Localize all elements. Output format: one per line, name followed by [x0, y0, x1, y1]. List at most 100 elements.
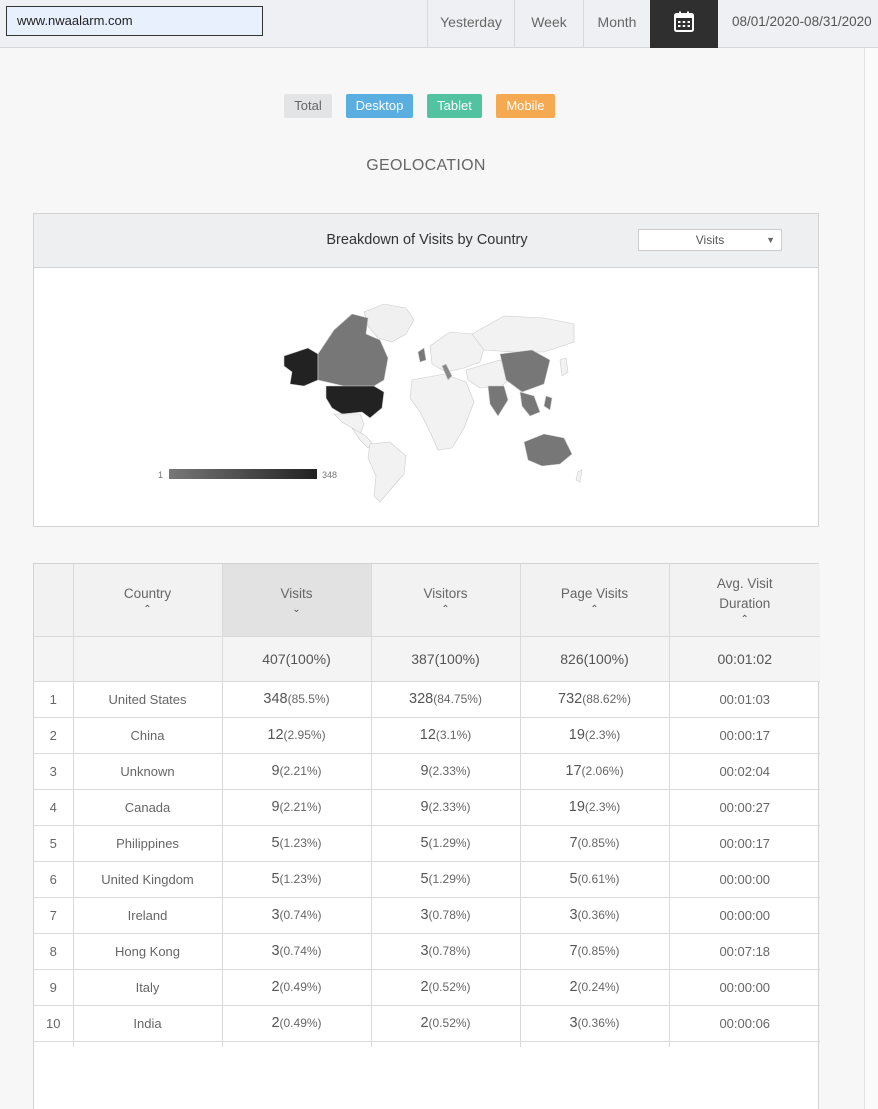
total-visits: 407(100%) [222, 636, 372, 682]
row-page-visits: 5(0.61%) [520, 861, 670, 898]
col-label: Visitors [423, 585, 468, 601]
row-duration: 00:02:04 [669, 753, 820, 790]
calendar-button[interactable] [650, 0, 718, 48]
row-country: United Kingdom [73, 861, 223, 898]
col-index [34, 564, 74, 637]
table-row: 7 Ireland 3(0.74%) 3(0.78%) 3(0.36%) 00:00:00 [34, 897, 820, 934]
col-label: Avg. Visit Duration [716, 575, 773, 611]
row-page-visits: 3(0.36%) [520, 897, 670, 934]
row-index: 5 [34, 825, 74, 862]
table-header-row: Country ⌃ Visits ⌄ Visitors ⌃ Page Visit… [34, 564, 820, 637]
row-visitors: 12(3.1%) [371, 717, 521, 754]
row-visits: 348(85.5%) [222, 681, 372, 718]
row-index: 3 [34, 753, 74, 790]
row-visits: 5(1.23%) [222, 825, 372, 862]
nav-yesterday[interactable]: Yesterday [427, 0, 514, 48]
date-range-label[interactable]: 08/01/2020-08/31/2020 [718, 0, 878, 48]
map-panel: Breakdown of Visits by Country Visits ▼ [33, 213, 819, 527]
country-table: Country ⌃ Visits ⌄ Visitors ⌃ Page Visit… [33, 563, 820, 1109]
map-region-southeast-asia [519, 391, 541, 417]
map-country-uk [417, 347, 427, 363]
site-input[interactable]: www.nwaalarm.com [6, 6, 263, 36]
filter-mobile[interactable]: Mobile [496, 94, 555, 118]
scrollbar[interactable] [864, 48, 878, 1109]
totals-row: 407(100%) 387(100%) 826(100%) 00:01:02 [34, 636, 820, 682]
row-visits: 5(1.23%) [222, 861, 372, 898]
legend-gradient [169, 469, 317, 479]
col-label: Country [123, 585, 172, 601]
col-page-visits[interactable]: Page Visits ⌃ [520, 564, 670, 637]
row-duration: 00:00:17 [669, 717, 820, 754]
map-country-philippines [543, 395, 553, 411]
table-row: 4 Canada 9(2.21%) 9(2.33%) 19(2.3%) 00:00:27 [34, 789, 820, 826]
nav-week[interactable]: Week [514, 0, 583, 48]
row-index: 2 [34, 717, 74, 754]
row-duration: 00:00:00 [669, 861, 820, 898]
row-visits: 3(0.74%) [222, 897, 372, 934]
row-visits: 9(2.21%) [222, 789, 372, 826]
table-row: 10 India 2(0.49%) 2(0.52%) 3(0.36%) 00:00:06 [34, 1005, 820, 1042]
table-row: 5 Philippines 5(1.23%) 5(1.29%) 7(0.85%) 00:0… [34, 825, 820, 862]
row-index: 8 [34, 933, 74, 970]
map-country-japan [559, 357, 569, 377]
sort-up-icon: ⌃ [590, 603, 599, 615]
row-page-visits: 17(2.06%) [520, 753, 670, 790]
table-row-partial [34, 1041, 820, 1047]
row-visitors: 328(84.75%) [371, 681, 521, 718]
row-duration: 00:00:27 [669, 789, 820, 826]
row-page-visits: 7(0.85%) [520, 933, 670, 970]
map-country-china [499, 349, 551, 393]
row-visitors: 5(1.29%) [371, 825, 521, 862]
total-page-visits: 826(100%) [520, 636, 670, 682]
col-country[interactable]: Country ⌃ [73, 564, 223, 637]
calendar-icon [674, 11, 694, 32]
nav-month[interactable]: Month [583, 0, 650, 48]
row-index: 4 [34, 789, 74, 826]
row-visitors: 3(0.78%) [371, 897, 521, 934]
row-country: United States [73, 681, 223, 718]
col-visits[interactable]: Visits ⌄ [222, 564, 372, 637]
table-row: 9 Italy 2(0.49%) 2(0.52%) 2(0.24%) 00:00:00 [34, 969, 820, 1006]
map-panel-header: Breakdown of Visits by Country Visits ▼ [34, 214, 818, 268]
filter-total[interactable]: Total [284, 94, 332, 118]
chevron-down-icon: ▼ [766, 235, 775, 245]
filter-desktop[interactable]: Desktop [346, 94, 413, 118]
row-visitors: 9(2.33%) [371, 789, 521, 826]
total-duration: 00:01:02 [669, 636, 820, 682]
row-page-visits: 2(0.24%) [520, 969, 670, 1006]
row-page-visits: 19(2.3%) [520, 717, 670, 754]
row-duration: 00:00:00 [669, 897, 820, 934]
map-country-usa [325, 385, 385, 419]
row-page-visits: 7(0.85%) [520, 825, 670, 862]
row-country: Philippines [73, 825, 223, 862]
sort-up-icon: ⌃ [740, 613, 749, 625]
row-duration: 00:00:17 [669, 825, 820, 862]
world-map[interactable] [34, 268, 820, 526]
map-country-mexico [333, 413, 365, 435]
filter-tablet[interactable]: Tablet [427, 94, 482, 118]
row-country: Unknown [73, 753, 223, 790]
metric-select[interactable]: Visits ▼ [638, 229, 782, 251]
row-page-visits: 732(88.62%) [520, 681, 670, 718]
row-visits: 3(0.74%) [222, 933, 372, 970]
total-visitors: 387(100%) [371, 636, 521, 682]
table-row: 8 Hong Kong 3(0.74%) 3(0.78%) 7(0.85%) 00:07:… [34, 933, 820, 970]
map-continent-africa [409, 373, 475, 451]
row-country: Canada [73, 789, 223, 826]
col-label: Visits [280, 585, 313, 601]
row-visitors: 3(0.78%) [371, 933, 521, 970]
row-page-visits: 19(2.3%) [520, 789, 670, 826]
row-country: Italy [73, 969, 223, 1006]
row-country: China [73, 717, 223, 754]
row-visitors: 2(0.52%) [371, 969, 521, 1006]
col-visitors[interactable]: Visitors ⌃ [371, 564, 521, 637]
row-duration: 00:00:06 [669, 1005, 820, 1042]
row-visits: 2(0.49%) [222, 1005, 372, 1042]
row-country: Hong Kong [73, 933, 223, 970]
row-visits: 9(2.21%) [222, 753, 372, 790]
row-index: 7 [34, 897, 74, 934]
col-avg-duration[interactable]: Avg. Visit Duration ⌃ [669, 564, 820, 637]
table-row: 6 United Kingdom 5(1.23%) 5(1.29%) 5(0.61%) 0… [34, 861, 820, 898]
table-row: 1 United States 348(85.5%) 328(84.75%) 732(8… [34, 681, 820, 718]
row-visitors: 9(2.33%) [371, 753, 521, 790]
